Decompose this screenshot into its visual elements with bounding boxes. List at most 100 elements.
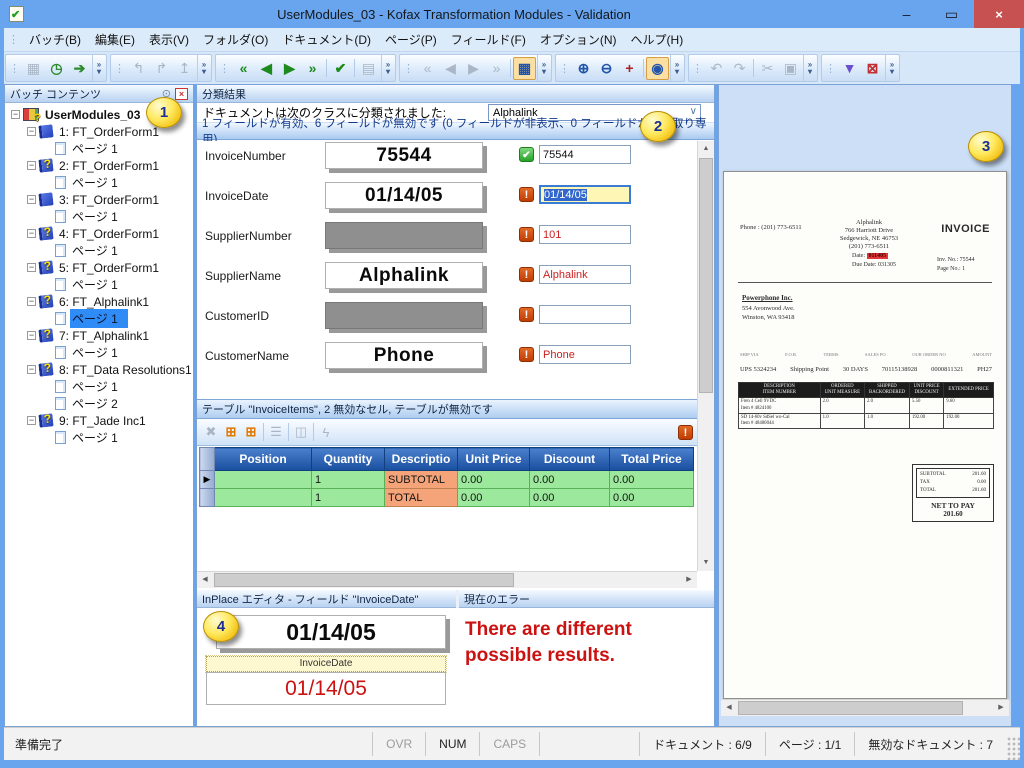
table-cell[interactable]: 0.00 [457,488,530,507]
scroll-right-icon[interactable]: ▶ [993,700,1009,716]
toolbar-grip[interactable]: ⋮ [401,62,416,75]
tree-item-13[interactable]: ページ 1 [5,309,193,328]
tree-expander-icon[interactable]: − [27,195,36,204]
toolbar-grip[interactable]: ⋮ [690,62,705,75]
tree-expander-icon[interactable]: − [27,161,36,170]
tree-item-12[interactable]: − 6: FT_Alphalink1 [5,293,193,310]
table-column-header[interactable]: Quantity [311,447,385,471]
row-marker[interactable]: ▶ [199,470,215,489]
tree-item-6[interactable]: − 3: FT_OrderForm1 [5,191,193,208]
panel-close-icon[interactable]: × [175,87,188,100]
tree-item-9[interactable]: ページ 1 [5,242,193,259]
field-input-InvoiceDate[interactable]: 01/14/05 [539,185,631,204]
tree-expander-icon[interactable]: − [27,127,36,136]
tree-expander-icon[interactable]: − [27,365,36,374]
first-document-icon[interactable]: « [232,57,255,80]
menu-item-2[interactable]: 編集(E) [88,27,142,52]
tree-item-3[interactable]: ページ 1 [5,140,193,157]
tree-item-7[interactable]: ページ 1 [5,208,193,225]
table-column-header[interactable]: Unit Price [457,447,530,471]
field-input-CustomerID[interactable] [539,305,631,324]
tree-item-11[interactable]: ページ 1 [5,276,193,293]
scroll-right-icon[interactable]: ▶ [681,572,697,588]
tree-expander-icon[interactable]: − [27,297,36,306]
field-input-InvoiceNumber[interactable]: 75544 [539,145,631,164]
go-to-next-invalid-field-icon[interactable]: ▼ [838,57,861,80]
tree-expander-icon[interactable]: − [11,110,20,119]
menu-item-3[interactable]: 表示(V) [142,27,196,52]
insert-row-icon[interactable]: ⊞ [241,422,261,442]
next-document-icon[interactable]: ▶ [278,57,301,80]
table-column-header[interactable]: Descriptio [384,447,458,471]
table-column-header[interactable]: Position [214,447,312,471]
insert-cell-icon[interactable]: ⊞ [221,422,241,442]
close-batch-icon[interactable]: ➔ [68,57,91,80]
toolbar-grip[interactable]: ⋮ [823,62,838,75]
tree-item-18[interactable]: ページ 2 [5,395,193,412]
magnifier-icon[interactable]: ◉ [646,56,669,80]
tree-item-4[interactable]: − 2: FT_OrderForm1 [5,157,193,174]
toolbar-overflow-button[interactable]: » ▾ [92,55,105,81]
validate-document-icon[interactable]: ✔ [329,57,352,80]
menu-item-5[interactable]: ドキュメント(D) [275,27,378,52]
menu-item-8[interactable]: オプション(N) [533,27,624,52]
table-column-header[interactable]: Total Price [609,447,694,471]
table-cell[interactable]: 0.00 [457,470,530,489]
table-cell[interactable]: 0.00 [529,488,610,507]
row-marker[interactable] [199,488,215,507]
resize-grip[interactable] [1006,736,1020,760]
table-cell[interactable] [214,488,312,507]
toolbar-overflow-button[interactable]: » ▾ [670,55,683,81]
tree-expander-icon[interactable]: − [27,331,36,340]
toolbar-grip[interactable]: ⋮ [557,62,572,75]
scroll-left-icon[interactable]: ◀ [197,572,213,588]
suspend-batch-icon[interactable]: ◷ [45,57,68,80]
reject-page-icon[interactable]: ⊠ [861,57,884,80]
tree-item-17[interactable]: ページ 1 [5,378,193,395]
tree-item-10[interactable]: − 5: FT_OrderForm1 [5,259,193,276]
toolbar-overflow-button[interactable]: » ▾ [381,55,394,81]
tree-item-19[interactable]: − 9: FT_Jade Inc1 [5,412,193,429]
menu-item-7[interactable]: フィールド(F) [444,27,533,52]
menu-item-9[interactable]: ヘルプ(H) [624,27,691,52]
zoom-out-icon[interactable]: ⊖ [595,57,618,80]
toolbar-grip[interactable]: ⋮ [112,62,127,75]
field-input-SupplierName[interactable]: Alphalink [539,265,631,284]
inplace-field-input[interactable]: 01/14/05 [206,672,446,705]
zoom-in-icon[interactable]: ⊕ [572,57,595,80]
field-input-SupplierNumber[interactable]: 101 [539,225,631,244]
tree-item-14[interactable]: − 7: FT_Alphalink1 [5,327,193,344]
toolbar-overflow-button[interactable]: » ▾ [537,55,550,81]
document-preview-page[interactable]: Phone : (201) 773-6511 Alphalink 766 Har… [723,171,1007,699]
toolbar-overflow-button[interactable]: » ▾ [885,55,898,81]
table-cell[interactable]: 0.00 [529,470,610,489]
table-cell[interactable]: 0.00 [609,470,694,489]
tree-expander-icon[interactable]: − [27,263,36,272]
table-cell[interactable]: SUBTOTAL [384,470,458,489]
last-document-icon[interactable]: » [301,57,324,80]
field-input-CustomerName[interactable]: Phone [539,345,631,364]
table-cell[interactable]: TOTAL [384,488,458,507]
scrollbar-thumb[interactable] [214,573,514,587]
table-cell[interactable]: 0.00 [609,488,694,507]
table-column-header[interactable]: Discount [529,447,610,471]
fields-vertical-scrollbar[interactable]: ▲ ▼ [697,141,714,571]
fit-page-icon[interactable]: + [618,57,641,80]
tree-item-8[interactable]: − 4: FT_OrderForm1 [5,225,193,242]
previous-document-icon[interactable]: ◀ [255,57,278,80]
table-cell[interactable]: 1 [311,470,385,489]
menu-item-4[interactable]: フォルダ(O) [196,27,275,52]
toolbar-overflow-button[interactable]: » ▾ [803,55,816,81]
menu-item-6[interactable]: ページ(P) [378,27,444,52]
maximize-button[interactable]: ▭ [929,0,974,28]
tree-item-15[interactable]: ページ 1 [5,344,193,361]
scroll-down-icon[interactable]: ▼ [698,555,714,571]
close-button[interactable]: × [974,0,1024,28]
scrollbar-thumb[interactable] [699,158,713,393]
preview-horizontal-scrollbar[interactable]: ◀ ▶ [721,699,1009,716]
toolbar-grip[interactable]: ⋮ [7,62,22,75]
fields-horizontal-scrollbar[interactable]: ◀ ▶ [197,571,697,588]
tree-expander-icon[interactable]: − [27,416,36,425]
menu-item-1[interactable]: バッチ(B) [22,27,88,52]
tree-expander-icon[interactable]: − [27,229,36,238]
